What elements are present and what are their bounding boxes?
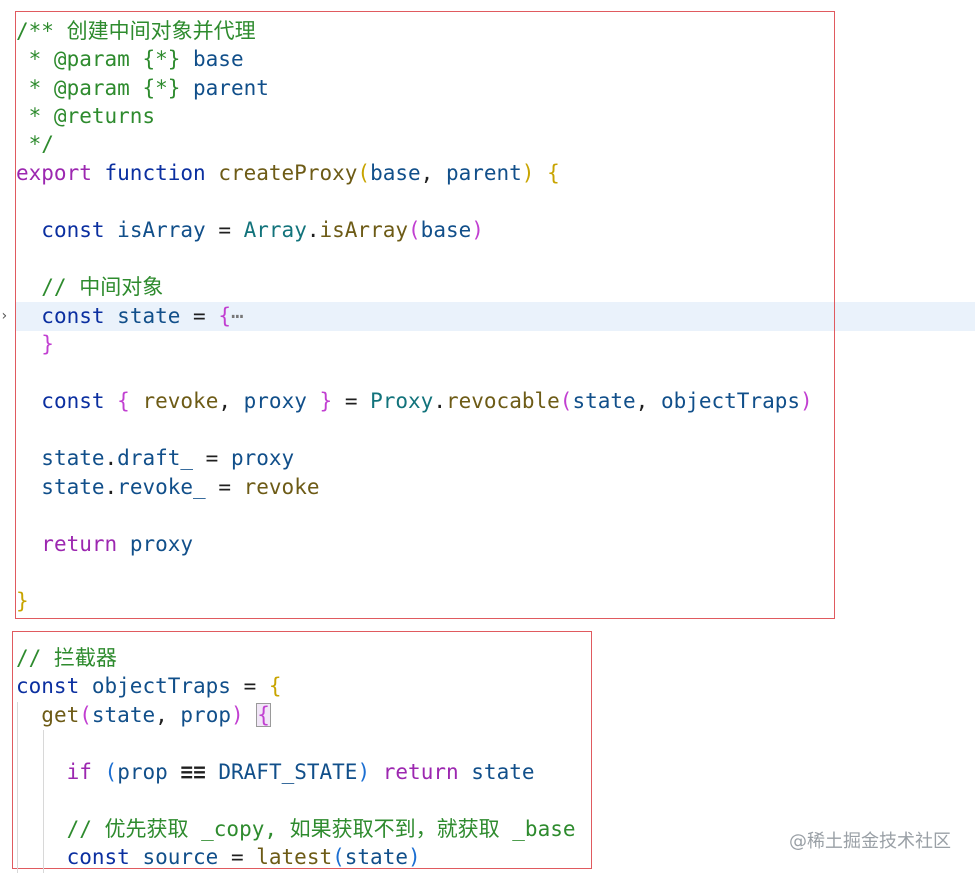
doc-comment: */: [16, 132, 54, 156]
code-line-5: */: [16, 130, 54, 158]
code-line-6: export function createProxy(base, parent…: [16, 161, 560, 185]
code-line-b2: const objectTraps = {: [16, 674, 282, 698]
code-line-21: }: [16, 589, 29, 613]
code-line-4: * @returns: [16, 102, 155, 130]
code-line-19: return proxy: [41, 532, 194, 556]
code-line-b8: const source = latest(state): [66, 845, 421, 869]
code-line-b3: get(state, prop) {: [41, 703, 271, 727]
code-line-16: state.draft_ = proxy: [41, 446, 295, 470]
doc-comment: * @returns: [16, 104, 156, 128]
line-comment: // 拦截器: [16, 646, 117, 670]
code-line-17: state.revoke_ = revoke: [41, 475, 320, 499]
chevron-right-icon[interactable]: ›: [0, 306, 8, 326]
line-comment: // 优先获取 _copy, 如果获取不到，就获取 _base: [16, 817, 576, 841]
code-line-b1: // 拦截器: [16, 644, 117, 672]
code-line-12: }: [41, 332, 54, 356]
doc-comment: /** 创建中间对象并代理: [16, 19, 256, 43]
code-line-3: * @param {*} parent: [16, 76, 269, 100]
code-line-b7: // 优先获取 _copy, 如果获取不到，就获取 _base: [16, 815, 576, 843]
watermark: @稀土掘金技术社区: [789, 831, 951, 852]
code-line-14: const { revoke, proxy } = Proxy.revocabl…: [41, 389, 813, 413]
code-line-11[interactable]: const state = {⋯: [16, 302, 243, 330]
code-line-10: // 中间对象: [16, 273, 163, 301]
code-line-8: const isArray = Array.isArray(base): [41, 218, 484, 242]
line-comment: // 中间对象: [16, 275, 164, 299]
code-line-1: /** 创建中间对象并代理: [16, 17, 256, 45]
code-line-2: * @param {*} base: [16, 47, 244, 71]
code-line-b5: if (prop ≡≡ DRAFT_STATE) return state: [66, 760, 535, 784]
